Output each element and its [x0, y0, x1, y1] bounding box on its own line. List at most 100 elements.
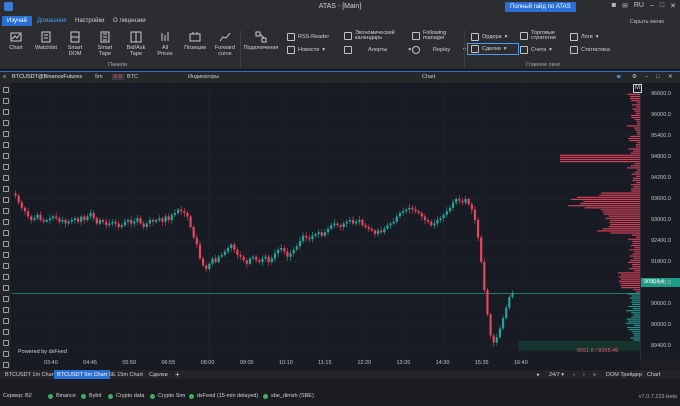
- smart-tape-button[interactable]: Smart Tape: [93, 31, 117, 57]
- candle-body: [364, 225, 367, 227]
- candle-body: [123, 221, 127, 226]
- candle-body: [451, 202, 455, 208]
- bid-ask-tape-button[interactable]: Bid/Ask Tape: [121, 31, 151, 57]
- measure-tool-icon[interactable]: [3, 263, 9, 269]
- chart-menu-icon[interactable]: ≡: [3, 74, 6, 80]
- price-tick-label: 90600.0: [651, 301, 671, 307]
- arrow-tool-icon[interactable]: [3, 252, 9, 258]
- statistics-label: Статистика: [581, 47, 610, 53]
- line-tool-icon[interactable]: [3, 109, 9, 115]
- language-flag[interactable]: RU: [634, 2, 644, 10]
- full-guide-button[interactable]: Полный гайд по ATAS: [505, 2, 576, 12]
- screenshot-icon[interactable]: ◙: [617, 74, 620, 80]
- connection-dxfeed[interactable]: dxFeed (15-min delayed): [189, 393, 258, 399]
- trash-tool-icon[interactable]: [3, 307, 9, 313]
- forward-curve-button[interactable]: Forward curve: [212, 31, 238, 57]
- following-manager-button[interactable]: Following manager: [412, 30, 457, 41]
- orders-button[interactable]: Ордера ▾: [471, 33, 507, 41]
- chart-button[interactable]: Chart: [4, 31, 28, 51]
- cursor-tool-icon[interactable]: [3, 87, 9, 93]
- timeframe-selector[interactable]: 5m: [95, 74, 103, 80]
- news-button[interactable]: Новости ▾: [287, 46, 325, 54]
- settings-tool-icon[interactable]: [3, 351, 9, 357]
- server-status[interactable]: Сервер: B2: [3, 393, 32, 399]
- ray-tool-icon[interactable]: [3, 120, 9, 126]
- alerts-button[interactable]: Алерты ▾: [344, 46, 411, 54]
- volume-profile-bar: [631, 100, 640, 102]
- deals-icon: [471, 45, 479, 53]
- smart-tape-icon: [100, 31, 110, 43]
- price-axis[interactable]: M 90904.4 96600.0 96000.0 95400.0 94800.0 94…: [633, 83, 680, 359]
- volume-size-value[interactable]: 0.0: [112, 74, 124, 80]
- menu-settings[interactable]: Настройки: [70, 16, 109, 26]
- vertical-line-tool-icon[interactable]: [3, 142, 9, 148]
- candlestick-chart[interactable]: [12, 83, 640, 359]
- candle-body: [273, 253, 277, 259]
- deals-button[interactable]: Сделки ▾: [471, 45, 507, 53]
- connection-sbe[interactable]: sbe_dimsh (SBE): [263, 393, 314, 399]
- channel-tool-icon[interactable]: [3, 153, 9, 159]
- crosshair-tool-icon[interactable]: [3, 98, 9, 104]
- accounts-button[interactable]: Счета ▾: [520, 46, 552, 54]
- connection-crypto-sim[interactable]: Crypto Sim: [150, 393, 185, 399]
- volume-profile-bar: [627, 167, 640, 169]
- maximize-panel-icon[interactable]: □: [656, 74, 659, 80]
- zoom-tool-icon[interactable]: [3, 318, 9, 324]
- connections-button[interactable]: Подключения: [242, 31, 280, 51]
- smart-dom-button[interactable]: Smart DOM: [63, 31, 87, 57]
- horizontal-line-tool-icon[interactable]: [3, 131, 9, 137]
- connection-binance[interactable]: Binance: [48, 393, 76, 399]
- more-tool-icon[interactable]: [3, 362, 9, 368]
- ellipse-tool-icon[interactable]: [3, 175, 9, 181]
- settings-icon[interactable]: ⚙: [632, 74, 637, 80]
- price-axis-marker-icon[interactable]: M: [633, 84, 642, 93]
- ruler-tool-icon[interactable]: [3, 208, 9, 214]
- triangle-tool-icon[interactable]: [3, 186, 9, 192]
- price-tick-label: 92400.0: [651, 238, 671, 244]
- close-panel-icon[interactable]: ✕: [668, 74, 673, 80]
- camera-icon[interactable]: ◙: [612, 2, 616, 10]
- all-prices-button[interactable]: All Prices: [154, 31, 176, 57]
- positions-button[interactable]: Позиции: [180, 31, 210, 51]
- maximize-icon[interactable]: □: [660, 2, 664, 10]
- candle-body: [136, 218, 139, 222]
- trading-strategies-button[interactable]: Торговые стратегии: [520, 30, 561, 41]
- rss-reader-button[interactable]: RSS-Reader: [287, 33, 329, 41]
- time-tick-label: 09:05: [239, 360, 254, 366]
- volume-profile-bar: [630, 245, 640, 247]
- brush-tool-icon[interactable]: [3, 219, 9, 225]
- rectangle-tool-icon[interactable]: [3, 164, 9, 170]
- symbol-selector[interactable]: BTCUSDT@BinanceFutures: [12, 74, 82, 80]
- email-icon[interactable]: ✉: [622, 2, 628, 10]
- text-tool-icon[interactable]: [3, 230, 9, 236]
- volume-profile-bar: [618, 280, 640, 282]
- lock-tool-icon[interactable]: [3, 285, 9, 291]
- minimize-panel-icon[interactable]: –: [645, 74, 648, 80]
- fibonacci-tool-icon[interactable]: [3, 197, 9, 203]
- close-icon[interactable]: ✕: [670, 2, 676, 10]
- volume-profile-bar: [631, 173, 640, 175]
- economic-calendar-label: Экономический календарь: [355, 30, 395, 41]
- statistics-button[interactable]: Статистика: [570, 46, 610, 54]
- candle-body: [383, 228, 386, 233]
- replay-button[interactable]: Replay▾: [412, 46, 466, 54]
- layers-tool-icon[interactable]: [3, 340, 9, 346]
- volume-profile-bar: [620, 284, 640, 287]
- eye-tool-icon[interactable]: [3, 296, 9, 302]
- economic-calendar-button[interactable]: Экономический календарь: [344, 30, 403, 41]
- connection-bybit[interactable]: Bybit: [81, 393, 101, 399]
- watchlist-button[interactable]: Watchlist: [32, 31, 60, 51]
- indicators-button[interactable]: Индикаторы: [188, 74, 219, 80]
- menu-learn[interactable]: Изучай: [2, 16, 32, 26]
- hand-tool-icon[interactable]: [3, 329, 9, 335]
- logs-button[interactable]: Логи ▾: [570, 33, 599, 41]
- menu-license[interactable]: О лицензии: [108, 16, 151, 26]
- magnet-tool-icon[interactable]: [3, 274, 9, 280]
- minimize-icon[interactable]: –: [650, 2, 654, 10]
- menu-home[interactable]: Домашняя: [32, 16, 72, 26]
- price-label-tool-icon[interactable]: [3, 241, 9, 247]
- connection-crypto-data[interactable]: Crypto data: [108, 393, 144, 399]
- candle-body: [205, 265, 208, 269]
- hide-menu-button[interactable]: Скрыть меню: [630, 19, 664, 25]
- chart-area[interactable]: Powered by dxFeed 8661.6 / 8265.45: [12, 83, 640, 359]
